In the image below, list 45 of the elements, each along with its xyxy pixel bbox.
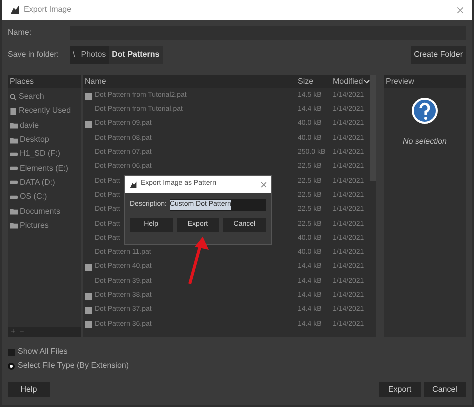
drive-icon <box>10 152 18 157</box>
place-item[interactable]: OS (C:) <box>8 190 81 204</box>
scrollbar[interactable] <box>370 75 376 181</box>
app-icon <box>129 180 138 188</box>
close-icon[interactable] <box>457 6 464 14</box>
drive-icon <box>10 166 18 172</box>
place-item[interactable]: H1_SD (F:) <box>8 147 81 162</box>
preview-message: No selection <box>402 136 448 148</box>
export-button[interactable]: Export <box>379 382 421 397</box>
drive-icon <box>10 180 18 186</box>
expander-label: Select File Type (By Extension) <box>18 360 130 372</box>
expander-icon[interactable] <box>8 362 15 370</box>
add-button[interactable]: + <box>11 328 16 336</box>
app-icon <box>10 5 20 15</box>
place-item[interactable]: DATA (D:) <box>8 176 81 190</box>
name-label: Name: <box>8 26 33 38</box>
place-item[interactable]: Search <box>8 90 81 104</box>
remove-button[interactable]: − <box>20 328 24 336</box>
folder-label: Save in folder: <box>8 49 60 61</box>
checkbox[interactable] <box>8 348 15 356</box>
column-header[interactable]: Name <box>83 76 296 88</box>
create-folder-button[interactable]: Create Folder <box>411 46 466 64</box>
checkbox-label: Show All Files <box>18 346 68 358</box>
place-item[interactable]: Elements (E:) <box>8 161 81 176</box>
document-icon <box>10 108 17 115</box>
search-icon <box>10 94 17 101</box>
help-button[interactable]: Help <box>8 382 50 397</box>
column-header: Places <box>8 75 81 88</box>
cancel-button[interactable]: Cancel <box>424 382 466 397</box>
column-header: Preview <box>384 75 466 88</box>
column-header[interactable]: Modified <box>331 76 372 88</box>
column-header[interactable]: Size <box>296 76 331 88</box>
place-item[interactable]: Desktop <box>8 132 81 148</box>
window-title: Export Image <box>24 4 72 16</box>
place-item[interactable]: Documents <box>8 204 81 219</box>
question-icon <box>412 98 438 124</box>
path-button[interactable]: \ <box>70 46 78 64</box>
place-item[interactable]: Pictures <box>8 218 81 233</box>
place-item[interactable]: davie <box>8 118 81 133</box>
path-button[interactable]: Dot Patterns <box>109 46 163 64</box>
drive-icon <box>10 194 18 200</box>
place-item[interactable]: Recently Used <box>8 104 81 119</box>
close-icon[interactable] <box>261 182 267 188</box>
caret-icon <box>364 80 370 84</box>
path-button[interactable]: Photos <box>78 46 110 64</box>
